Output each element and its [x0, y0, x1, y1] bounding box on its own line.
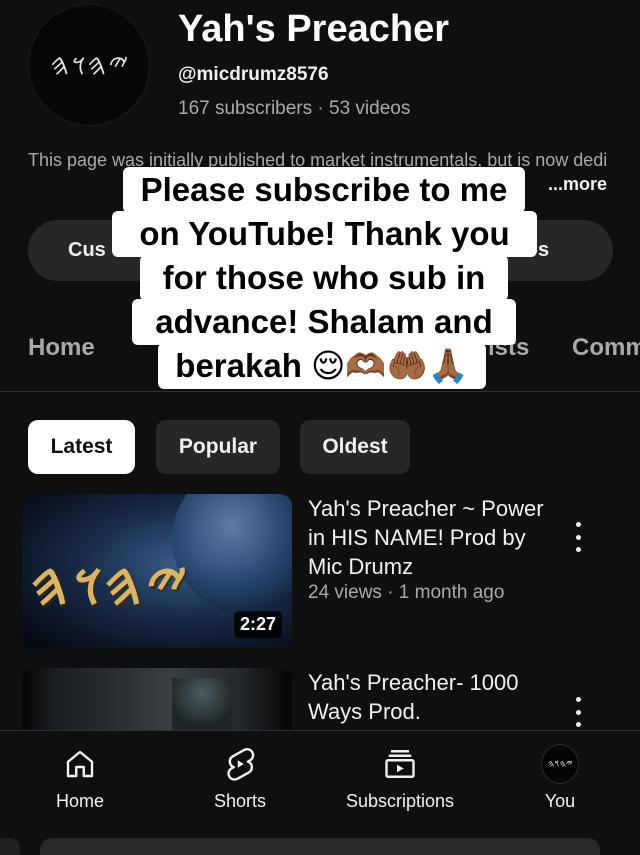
- description-more-link[interactable]: ...more: [548, 174, 607, 195]
- subscriptions-icon: [381, 745, 419, 783]
- nav-you[interactable]: 𐤉𐤄𐤅𐤄 You: [530, 744, 590, 812]
- thumbnail-scene: [172, 678, 232, 730]
- video-duration-badge: 2:27: [233, 611, 282, 638]
- tab-community[interactable]: Comm: [572, 334, 640, 362]
- you-avatar-logo: 𐤉𐤄𐤅𐤄: [547, 758, 573, 770]
- more-options-icon[interactable]: [568, 522, 588, 552]
- nav-shorts[interactable]: Shorts: [204, 745, 276, 812]
- video-thumbnail[interactable]: [22, 668, 292, 730]
- nav-home-label: Home: [55, 791, 104, 811]
- nav-you-label: You: [544, 791, 576, 811]
- customize-channel-label: Cus: [68, 239, 106, 261]
- home-icon: [61, 745, 99, 783]
- overlay-caption: Please subscribe to me on YouTube! Thank…: [112, 167, 537, 389]
- filter-chip-oldest[interactable]: Oldest: [300, 420, 410, 474]
- channel-avatar[interactable]: 𐤉𐤄𐤅𐤄: [28, 4, 150, 126]
- nav-home[interactable]: Home: [50, 745, 110, 812]
- tab-home[interactable]: Home: [28, 334, 95, 362]
- video-title[interactable]: Yah's Preacher- 1000 Ways Prod.: [308, 668, 558, 726]
- filter-chip-latest[interactable]: Latest: [28, 420, 135, 474]
- overlay-caption-line: Please subscribe to me: [123, 167, 525, 213]
- system-gesture-area: [0, 824, 640, 855]
- video-thumbnail[interactable]: 𐤉𐤄𐤅𐤄 2:27: [22, 494, 292, 648]
- channel-handle: @micdrumz8576: [178, 64, 329, 85]
- video-title[interactable]: Yah's Preacher ~ Power in HIS NAME! Prod…: [308, 494, 558, 581]
- overlay-caption-line: on YouTube! Thank you: [112, 211, 537, 257]
- overlay-caption-line: for those who sub in: [140, 255, 508, 301]
- manage-videos-label: s: [538, 239, 550, 261]
- system-gesture-handle[interactable]: [40, 838, 600, 855]
- video-meta: 24 views · 1 month ago: [308, 582, 505, 603]
- system-edge: [0, 838, 20, 855]
- more-options-icon[interactable]: [568, 697, 588, 727]
- filter-chip-popular[interactable]: Popular: [156, 420, 280, 474]
- overlay-caption-line: berakah 😌🫶🏾🤲🏾🙏🏾: [158, 343, 486, 389]
- you-avatar-wrap: 𐤉𐤄𐤅𐤄: [541, 744, 579, 784]
- overlay-caption-line: advance! Shalam and: [132, 299, 516, 345]
- shorts-icon: [221, 745, 259, 783]
- channel-stats: 167 subscribers · 53 videos: [178, 98, 411, 119]
- bottom-navigation: Home Shorts Subscriptions 𐤉𐤄𐤅𐤄 You: [0, 730, 640, 824]
- nav-shorts-label: Shorts: [213, 791, 267, 811]
- avatar: 𐤉𐤄𐤅𐤄: [541, 744, 579, 784]
- thumbnail-logo: 𐤉𐤄𐤅𐤄: [23, 550, 194, 620]
- nav-subscriptions-label: Subscriptions: [345, 791, 455, 811]
- channel-avatar-logo: 𐤉𐤄𐤅𐤄: [47, 47, 131, 83]
- nav-subscriptions[interactable]: Subscriptions: [338, 745, 462, 812]
- channel-name: Yah's Preacher: [178, 8, 449, 50]
